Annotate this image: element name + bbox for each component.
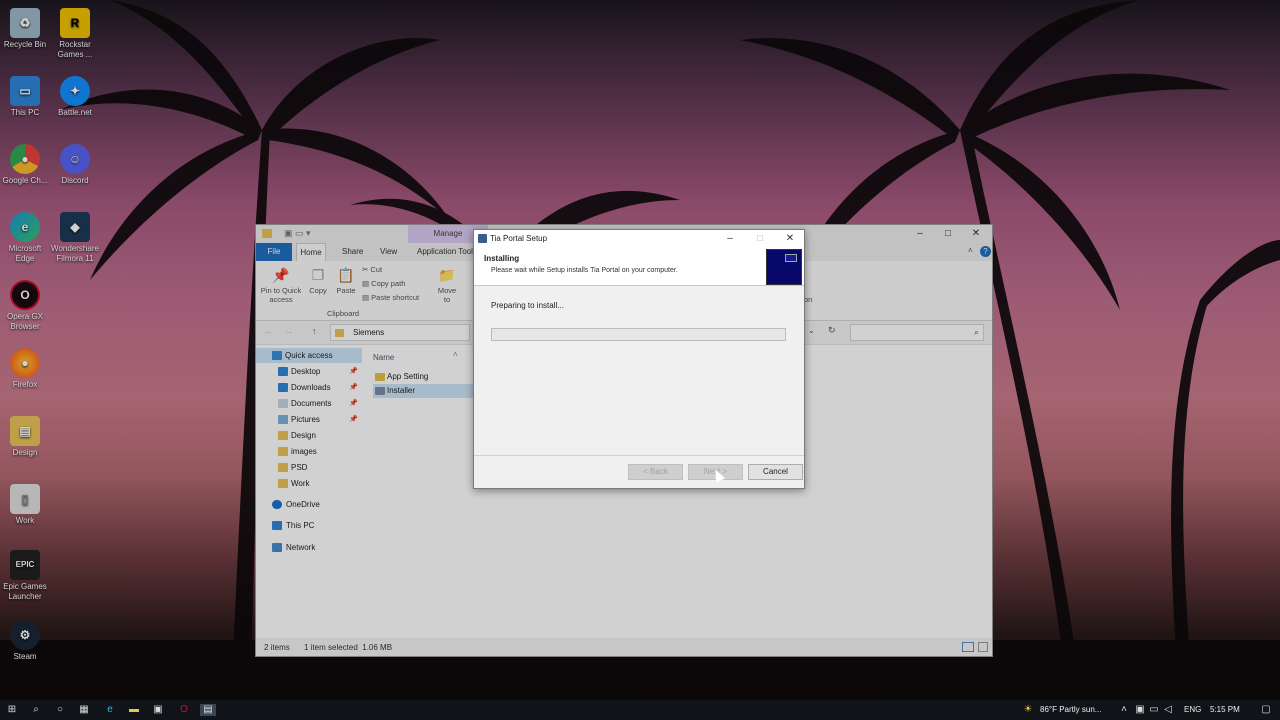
weather-text[interactable]: 86°F Partly sun... (1040, 705, 1101, 714)
maximize-icon[interactable]: □ (746, 230, 774, 247)
show-hidden-icons-icon[interactable]: ˄ (1118, 704, 1130, 716)
close-icon[interactable]: ✕ (776, 230, 804, 247)
language-indicator[interactable]: ENG (1184, 705, 1201, 714)
volume-icon[interactable]: ◁ (1162, 704, 1174, 716)
taskbar: ⊞ ⌕ ○ ▦ e ▬ ▣ O ▤ ☀ 86°F Partly sun... ˄… (0, 700, 1280, 720)
file-explorer-icon[interactable]: ▬ (128, 704, 140, 716)
setup-header: Installing Please wait while Setup insta… (474, 247, 804, 286)
clock[interactable]: 5:15 PM (1210, 705, 1240, 714)
setup-heading: Installing (484, 254, 520, 263)
install-progress-bar (491, 328, 786, 341)
search-icon[interactable]: ⌕ (30, 704, 42, 716)
setup-title: Tia Portal Setup (490, 234, 548, 243)
edge-icon[interactable]: e (104, 704, 116, 716)
minimize-icon[interactable]: – (716, 230, 744, 247)
camera-icon[interactable]: ▣ (1134, 704, 1146, 716)
setup-titlebar: Tia Portal Setup – □ ✕ (474, 230, 804, 247)
setup-taskbar-icon[interactable]: ▤ (200, 704, 216, 716)
start-icon[interactable]: ⊞ (6, 704, 18, 716)
back-button[interactable]: < Back (628, 464, 683, 480)
setup-banner-icon (766, 249, 802, 285)
opera-gx-icon[interactable]: O (178, 704, 190, 716)
weather-icon: ☀ (1023, 704, 1033, 715)
notifications-icon[interactable]: ▢ (1260, 704, 1272, 716)
setup-footer: < Back Next > Cancel (474, 455, 804, 488)
task-view-icon[interactable]: ▦ (78, 704, 90, 716)
setup-app-icon (478, 234, 487, 243)
cortana-icon[interactable]: ○ (54, 704, 66, 716)
network-icon[interactable]: ▭ (1148, 704, 1160, 716)
setup-body: Preparing to install... (474, 286, 804, 454)
setup-subheading: Please wait while Setup installs Tia Por… (491, 267, 678, 274)
cancel-button[interactable]: Cancel (748, 464, 803, 480)
install-status-text: Preparing to install... (491, 301, 564, 310)
tia-portal-setup-dialog: Tia Portal Setup – □ ✕ Installing Please… (473, 229, 805, 489)
store-icon[interactable]: ▣ (152, 704, 164, 716)
